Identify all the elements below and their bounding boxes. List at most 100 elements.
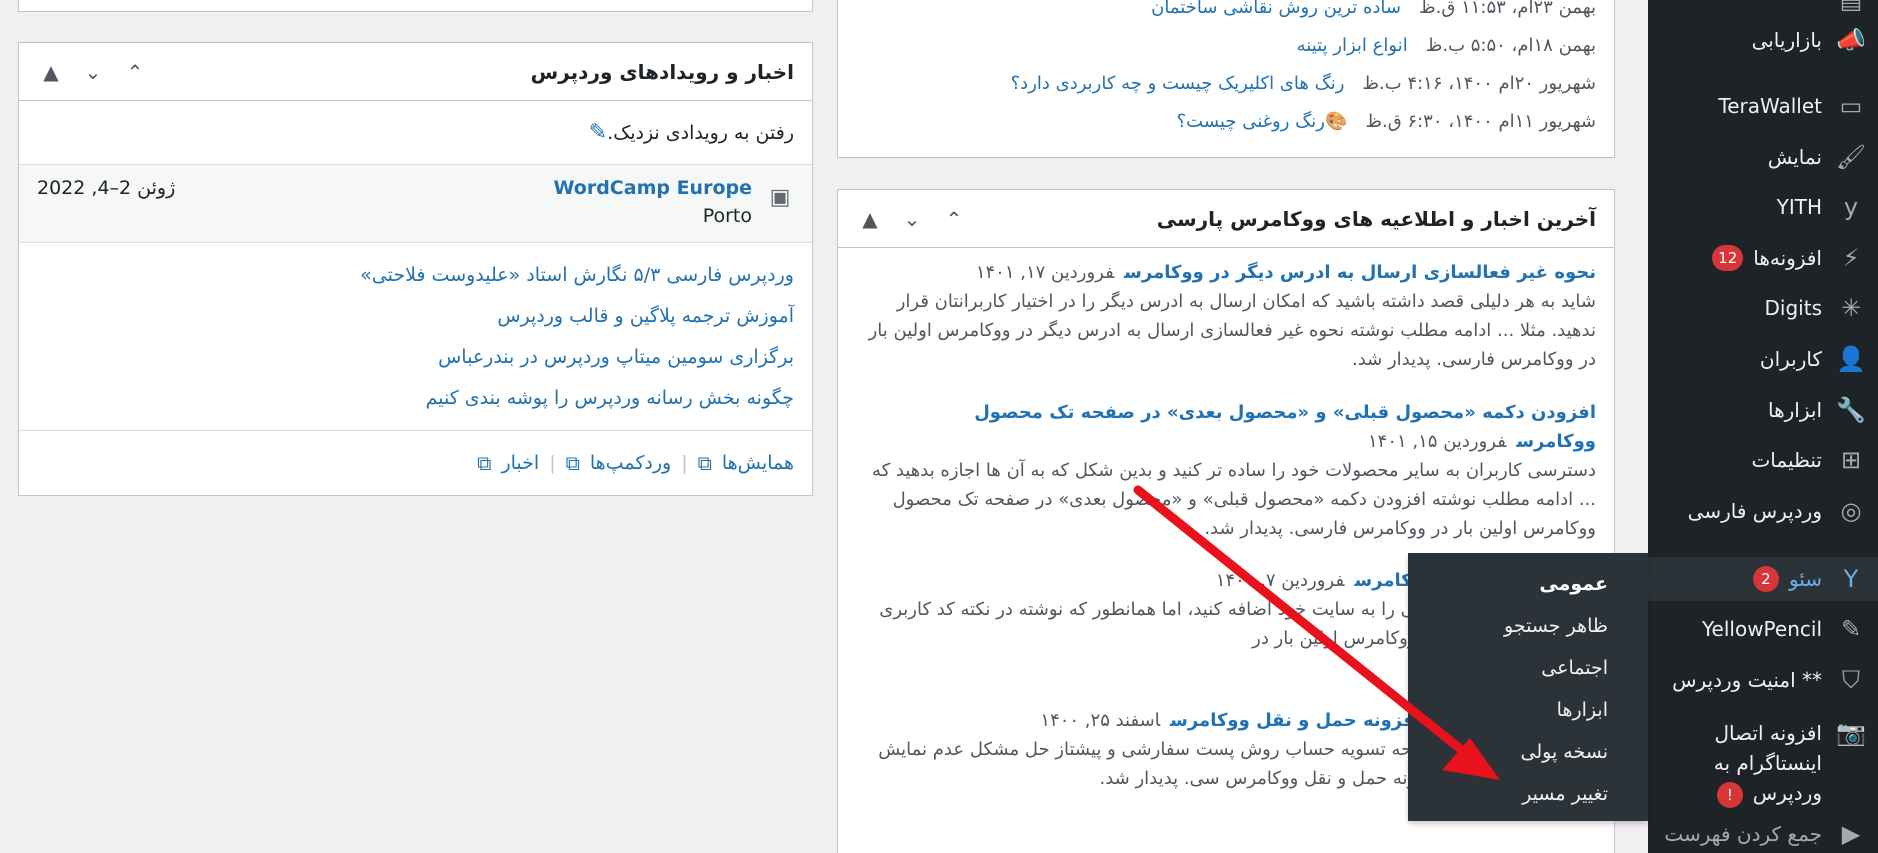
- sidebar-item-marketing[interactable]: 📣 بازاریابی: [1648, 18, 1878, 62]
- news-list: وردپرس فارسی ۵/۳ نگارش استاد «علیدوست فل…: [19, 243, 812, 431]
- submenu-item-social[interactable]: اجتماعی: [1408, 647, 1648, 689]
- widget-handle-actions: ▲ ⌄ ⌃: [37, 58, 149, 86]
- paintbrush-icon: 🖌: [1835, 143, 1867, 171]
- post-title-link[interactable]: ساده ترین روش نقاشی ساختمان: [1151, 0, 1401, 18]
- sidebar-item-yellowpencil[interactable]: ✎ YellowPencil: [1648, 607, 1878, 651]
- external-link-icon: ⧉: [477, 451, 492, 475]
- warning-badge: !: [1716, 782, 1743, 808]
- news-item-date: فروردین ۷, ۱۴۰۱: [1215, 570, 1345, 591]
- sidebar-item-plugins[interactable]: ⚡ افزونه‌ها 12: [1648, 236, 1878, 280]
- sidebar-item-label: ابزارها: [1767, 398, 1822, 422]
- wallet-icon: ▭: [1839, 92, 1863, 120]
- menu-icon: ▤: [1839, 0, 1863, 14]
- sidebar-collapse-menu[interactable]: ▶ جمع کردن فهرست: [1648, 812, 1878, 853]
- sidebar-item-appearance[interactable]: 🖌 نمایش: [1648, 135, 1878, 179]
- external-link-icon: ⧉: [565, 451, 580, 475]
- meetups-label: همایش‌ها: [721, 452, 794, 474]
- wordcamps-link[interactable]: وردکمپ‌ها ⧉: [566, 451, 672, 475]
- recent-post-row: شهریور ۲۰ام ۱۴۰۰، ۴:۱۶ ب.ظ رنگ های اکلیر…: [856, 64, 1596, 102]
- sidebar-item-settings[interactable]: ⊞ تنظیمات: [1648, 438, 1878, 482]
- widget-header: آخرین اخبار و اطلاعیه های ووکامرس پارسی …: [838, 190, 1614, 248]
- wordcamps-label: وردکمپ‌ها: [589, 452, 672, 474]
- seo-flyout-submenu: عمومی ظاهر جستجو اجتماعی ابزارها نسخه پو…: [1408, 553, 1658, 821]
- news-link[interactable]: برگزاری سومین میتاپ وردپرس در بندرعباس: [37, 337, 794, 378]
- recent-post-row: بهمن ۲۳ام، ۱۱:۵۳ ق.ظ ساده ترین روش نقاشی…: [856, 0, 1596, 26]
- submenu-item-tools[interactable]: ابزارها: [1408, 689, 1648, 731]
- news-label: اخبار: [501, 452, 540, 474]
- separator: |: [681, 452, 688, 474]
- post-date: بهمن ۲۳ام، ۱۱:۵۳ ق.ظ: [1419, 0, 1596, 18]
- submenu-item-premium[interactable]: نسخه پولی: [1408, 731, 1648, 773]
- post-date: بهمن ۱۸ام، ۵:۵۰ ب.ظ: [1425, 34, 1596, 56]
- sidebar-item-wp-parsi[interactable]: ◎ وردپرس فارسی: [1648, 489, 1878, 533]
- external-link-icon: ⧉: [697, 451, 712, 475]
- yith-icon: y: [1843, 193, 1859, 221]
- triangle-toggle-icon[interactable]: ▲: [856, 205, 884, 233]
- shield-icon: ⛉: [1842, 666, 1860, 694]
- palette-emoji-icon: 🎨: [1324, 110, 1348, 132]
- submenu-item-search-appearance[interactable]: ظاهر جستجو: [1408, 605, 1648, 647]
- submenu-item-general[interactable]: عمومی: [1408, 563, 1648, 605]
- sidebar-item-tools[interactable]: 🔧 ابزارها: [1648, 388, 1878, 432]
- sidebar-item-label: TeraWallet: [1718, 94, 1822, 118]
- sidebar-item-yith[interactable]: y YITH: [1648, 185, 1878, 229]
- sidebar-item-seo[interactable]: Y سئو 2: [1648, 557, 1878, 601]
- users-icon: 👤: [1836, 345, 1866, 373]
- chevron-up-icon[interactable]: ⌃: [121, 58, 149, 86]
- sidebar-item-digits[interactable]: ✳ Digits: [1648, 286, 1878, 330]
- sidebar-item-label: کاربران: [1759, 347, 1822, 371]
- chevron-down-icon[interactable]: ⌄: [898, 205, 926, 233]
- news-item-excerpt: دسترسی کاربران به سایر محصولات خود را سا…: [871, 460, 1596, 539]
- sidebar-item-label: جمع کردن فهرست: [1664, 822, 1822, 846]
- pencil-icon[interactable]: ✎: [589, 120, 607, 145]
- seo-notification-badge: 2: [1752, 566, 1779, 592]
- news-link[interactable]: وردپرس فارسی ۵/۳ نگارش استاد «علیدوست فل…: [37, 255, 794, 296]
- sidebar-item-label: YellowPencil: [1701, 617, 1822, 641]
- recent-post-row: شهریور ۱۱ام ۱۴۰۰، ۶:۳۰ ق.ظ 🎨رنگ روغنی چی…: [856, 102, 1596, 140]
- widget-handle-actions: ▲ ⌄ ⌃: [856, 205, 968, 233]
- yoast-icon: Y: [1843, 565, 1859, 593]
- post-title-link[interactable]: 🎨رنگ روغنی چیست؟: [1177, 111, 1348, 132]
- collapse-icon: ▶: [1841, 820, 1861, 848]
- sidebar-item-label: افزونه‌ها: [1753, 246, 1822, 270]
- megaphone-icon: 📣: [1836, 26, 1866, 54]
- recent-posts-widget: بهمن ۲۳ام، ۱۱:۵۳ ق.ظ ساده ترین روش نقاشی…: [837, 0, 1615, 158]
- post-title-text: رنگ روغنی چیست؟: [1176, 110, 1325, 132]
- sidebar-item-users[interactable]: 👤 کاربران: [1648, 337, 1878, 381]
- news-link[interactable]: آموزش ترجمه پلاگین و قالب وردپرس: [37, 296, 794, 337]
- post-date: شهریور ۲۰ام ۱۴۰۰، ۴:۱۶ ب.ظ: [1362, 72, 1596, 94]
- news-item-date: فروردین ۱۷, ۱۴۰۱: [975, 262, 1115, 283]
- sidebar-item-security[interactable]: ⛉ ** امنیت وردپرس: [1648, 658, 1878, 702]
- chevron-down-icon[interactable]: ⌄: [79, 58, 107, 86]
- sidebar-item-label: وردپرس فارسی: [1687, 499, 1822, 523]
- sidebar-item-instagram[interactable]: 📷 افزونه اتصال اینستاگرام به وردپرس!: [1648, 706, 1878, 808]
- recent-post-row: بهمن ۱۸ام، ۵:۵۰ ب.ظ انواع ابزار پتینه: [856, 26, 1596, 64]
- post-title-link[interactable]: انواع ابزار پتینه: [1297, 35, 1408, 56]
- wrench-icon: 🔧: [1836, 396, 1866, 424]
- news-link[interactable]: چگونه بخش رسانه وردپرس را پوشه بندی کنیم: [37, 378, 794, 419]
- submenu-item-redirects[interactable]: تغییر مسیر: [1408, 773, 1648, 815]
- news-item: افزودن دکمه «محصول قبلی» و «محصول بعدی» …: [856, 398, 1596, 543]
- news-footer-link[interactable]: اخبار ⧉: [477, 451, 539, 475]
- events-location-row: رفتن به رویدادی نزدیک. ✎: [19, 101, 812, 165]
- news-item-date: اسفند ۲۵, ۱۴۰۰: [1040, 710, 1161, 731]
- widget-header: اخبار و رویدادهای وردپرس ▲ ⌄ ⌃: [19, 43, 812, 101]
- triangle-toggle-icon[interactable]: ▲: [37, 58, 65, 86]
- meetups-link[interactable]: همایش‌ها ⧉: [698, 451, 794, 475]
- edit-location-link[interactable]: رفتن به رویدادی نزدیک.: [607, 122, 794, 144]
- news-item-title[interactable]: نحوه غیر فعالسازی ارسال به ادرس دیگر در …: [1124, 262, 1596, 283]
- post-title-link[interactable]: رنگ های اکلیریک چیست و چه کاربردی دارد؟: [1011, 73, 1345, 94]
- wordcamp-icon: ▣: [769, 184, 791, 210]
- post-date: شهریور ۱۱ام ۱۴۰۰، ۶:۳۰ ق.ظ: [1365, 110, 1596, 132]
- update-count-badge: 12: [1712, 245, 1744, 271]
- sidebar-item-terawallet[interactable]: ▭ TeraWallet: [1648, 84, 1878, 128]
- sidebar-item-label: Digits: [1764, 296, 1822, 320]
- chevron-up-icon[interactable]: ⌃: [940, 205, 968, 233]
- event-title-link[interactable]: WordCamp Europe: [554, 177, 753, 199]
- sidebar-item-label: نمایش: [1767, 145, 1822, 169]
- widget-title: اخبار و رویدادهای وردپرس: [530, 59, 794, 84]
- news-item-date: فروردین ۱۵, ۱۴۰۱: [1368, 431, 1507, 452]
- sidebar-item-label: تنظیمات: [1751, 448, 1822, 472]
- pencil-icon: ✎: [1840, 615, 1862, 643]
- wp-events-widget: اخبار و رویدادهای وردپرس ▲ ⌄ ⌃ رفتن به ر…: [18, 42, 813, 496]
